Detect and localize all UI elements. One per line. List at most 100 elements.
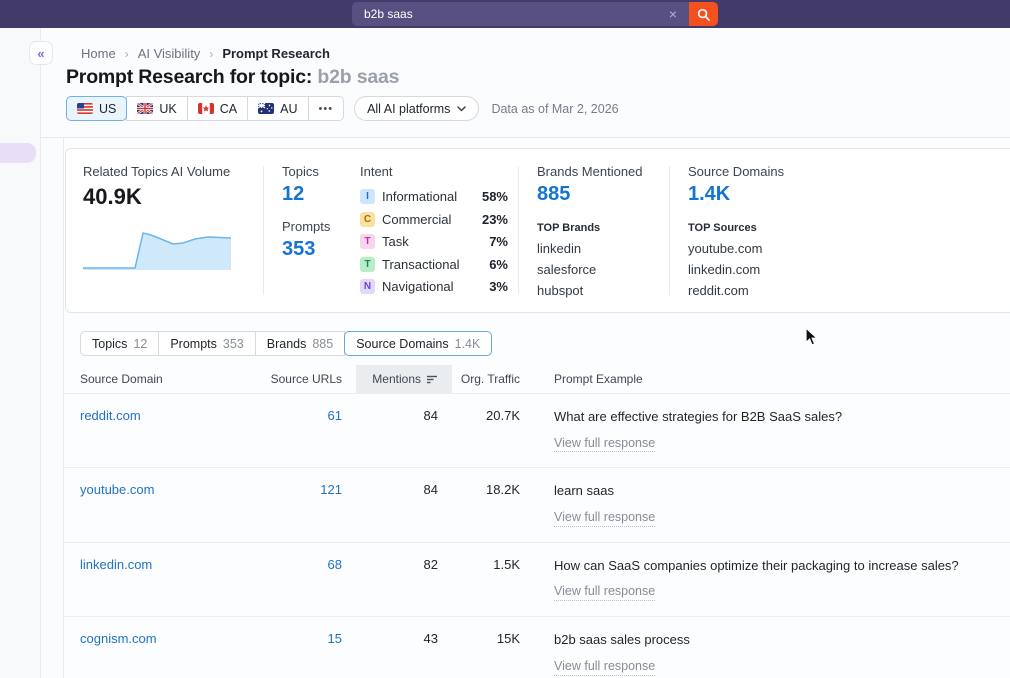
tab-label: Prompts <box>170 337 217 351</box>
topics-value[interactable]: 12 <box>282 183 350 206</box>
top-brand-item: salesforce <box>537 262 669 277</box>
view-full-response-link[interactable]: View full response <box>554 583 655 601</box>
col-org-traffic[interactable]: Org. Traffic <box>452 372 534 386</box>
page-title-prefix: Prompt Research for topic: <box>66 66 317 88</box>
tab-count: 885 <box>312 337 333 351</box>
source-domains-table: Source Domain Source URLs Mentions Org. … <box>64 365 1010 678</box>
sources-section: Source Domains 1.4K TOP Sources youtube.… <box>670 164 1010 297</box>
domain-link[interactable]: youtube.com <box>80 482 238 497</box>
breadcrumb-ai-visibility[interactable]: AI Visibility <box>138 46 201 61</box>
top-brand-item: hubspot <box>537 283 669 298</box>
intent-label: Intent <box>360 164 518 179</box>
tab-prompts[interactable]: Prompts 353 <box>158 331 255 356</box>
intent-task-icon: T <box>360 234 375 249</box>
col-mentions-sorted[interactable]: Mentions <box>356 365 452 393</box>
prompts-value[interactable]: 353 <box>282 238 350 261</box>
source-urls-value[interactable]: 68 <box>238 557 356 572</box>
tab-label: Brands <box>267 337 307 351</box>
source-urls-value[interactable]: 61 <box>238 408 356 423</box>
org-traffic-value: 20.7K <box>452 408 534 423</box>
intent-navigational-icon: N <box>360 279 375 294</box>
collapse-sidebar-button[interactable]: « <box>29 41 53 65</box>
top-sources-label: TOP Sources <box>688 222 1010 234</box>
country-selector: US UK CA <box>66 96 344 121</box>
intent-list: I Informational 58% C Commercial 23% T T… <box>360 189 518 294</box>
ai-platform-dropdown[interactable]: All AI platforms <box>354 96 479 121</box>
tab-count: 353 <box>223 337 244 351</box>
country-tab-us[interactable]: US <box>66 96 127 121</box>
country-label: CA <box>220 102 237 116</box>
topics-label: Topics <box>282 164 350 179</box>
table-row: youtube.com 121 84 18.2K learn saas View… <box>64 467 1010 541</box>
search-input[interactable] <box>364 7 665 21</box>
domain-link[interactable]: linkedin.com <box>80 557 238 572</box>
ai-volume-section: Related Topics AI Volume 40.9K <box>83 164 263 297</box>
prompt-text: b2b saas sales process <box>554 631 1010 649</box>
intent-pct: 7% <box>489 234 508 249</box>
collapse-sidebar-icon: « <box>37 46 44 61</box>
table-row: cognism.com 15 43 15K b2b saas sales pro… <box>64 616 1010 678</box>
filter-row: US UK CA <box>66 96 619 121</box>
top-brands-label: TOP Brands <box>537 222 669 234</box>
brands-value[interactable]: 885 <box>537 183 669 206</box>
domain-link[interactable]: cognism.com <box>80 631 238 646</box>
ai-volume-sparkline-area <box>83 233 231 270</box>
mentions-value: 84 <box>356 408 452 423</box>
domain-link[interactable]: reddit.com <box>80 408 238 423</box>
country-tab-uk[interactable]: UK <box>126 96 187 121</box>
country-label: UK <box>159 102 176 116</box>
mentions-value: 43 <box>356 631 452 646</box>
counts-section: Topics 12 Prompts 353 <box>264 164 350 297</box>
flag-us-icon <box>77 103 93 114</box>
col-source-urls[interactable]: Source URLs <box>238 372 356 386</box>
brands-section: Brands Mentioned 885 TOP Brands linkedin… <box>519 164 669 297</box>
tab-topics[interactable]: Topics 12 <box>80 331 159 356</box>
view-full-response-link[interactable]: View full response <box>554 435 655 453</box>
col-source-domain[interactable]: Source Domain <box>80 372 238 386</box>
overview-stats-card: Related Topics AI Volume 40.9K Topics 12… <box>65 148 1010 313</box>
flag-uk-icon <box>137 103 153 114</box>
table-header: Source Domain Source URLs Mentions Org. … <box>64 365 1010 393</box>
country-label: AU <box>280 102 297 116</box>
country-tab-ca[interactable]: CA <box>187 96 248 121</box>
table-row: reddit.com 61 84 20.7K What are effectiv… <box>64 393 1010 467</box>
org-traffic-value: 1.5K <box>452 557 534 572</box>
org-traffic-value: 18.2K <box>452 482 534 497</box>
intent-transactional-icon: T <box>360 257 375 272</box>
mentions-value: 82 <box>356 557 452 572</box>
table-row: linkedin.com 68 82 1.5K How can SaaS com… <box>64 542 1010 616</box>
source-urls-value[interactable]: 121 <box>238 482 356 497</box>
intent-pct: 3% <box>489 279 508 294</box>
source-urls-value[interactable]: 15 <box>238 631 356 646</box>
country-tab-au[interactable]: AU <box>247 96 308 121</box>
more-countries-button[interactable]: ••• <box>308 96 345 121</box>
mentions-value: 84 <box>356 482 452 497</box>
intent-name: Informational <box>382 189 457 204</box>
tab-source-domains[interactable]: Source Domains 1.4K <box>344 331 492 356</box>
breadcrumb: Home › AI Visibility › Prompt Research <box>81 46 330 61</box>
search-button[interactable] <box>689 2 718 26</box>
sources-value[interactable]: 1.4K <box>688 183 1010 206</box>
prompts-label: Prompts <box>282 219 350 234</box>
tab-brands[interactable]: Brands 885 <box>255 331 345 356</box>
intent-name: Task <box>382 234 409 249</box>
org-traffic-value: 15K <box>452 631 534 646</box>
intent-pct: 6% <box>489 257 508 272</box>
intent-row-informational: I Informational 58% <box>360 189 508 204</box>
clear-search-icon[interactable]: × <box>665 7 681 21</box>
view-full-response-link[interactable]: View full response <box>554 658 655 676</box>
view-full-response-link[interactable]: View full response <box>554 509 655 527</box>
collapsed-sidebar <box>0 28 41 678</box>
page-title: Prompt Research for topic: b2b saas <box>66 66 399 89</box>
tab-count: 1.4K <box>455 337 481 351</box>
sidebar-active-item-pill[interactable] <box>0 143 36 163</box>
flag-ca-icon <box>198 103 214 114</box>
top-sources-list: youtube.com linkedin.com reddit.com <box>688 241 1010 298</box>
tab-count: 12 <box>133 337 147 351</box>
intent-row-task: T Task 7% <box>360 234 508 249</box>
intent-name: Commercial <box>382 212 451 227</box>
ai-platform-dropdown-value: All AI platforms <box>367 102 450 116</box>
breadcrumb-home[interactable]: Home <box>81 46 116 61</box>
page-title-topic: b2b saas <box>317 66 399 88</box>
ai-volume-sparkline <box>83 222 233 272</box>
